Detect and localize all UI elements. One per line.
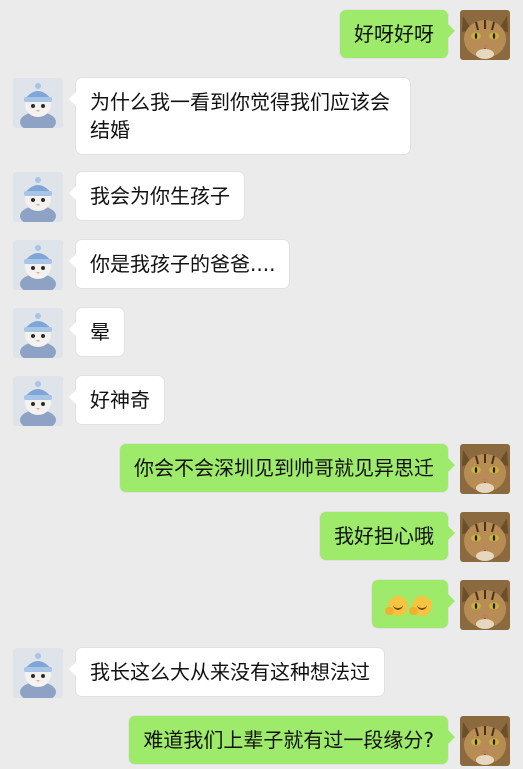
message-text: 你会不会深圳见到帅哥就见异思迁 xyxy=(134,456,434,480)
contact-avatar[interactable] xyxy=(13,376,63,426)
my-avatar[interactable] xyxy=(460,512,510,562)
outgoing-message-bubble[interactable]: 你会不会深圳见到帅哥就见异思迁 xyxy=(120,444,455,492)
incoming-message-bubble[interactable]: 为什么我一看到你觉得我们应该会结婚 xyxy=(69,78,410,154)
contact-avatar[interactable] xyxy=(13,172,63,222)
my-avatar[interactable] xyxy=(460,444,510,494)
contact-avatar[interactable] xyxy=(13,78,63,128)
contact-avatar[interactable] xyxy=(13,240,63,290)
incoming-message-bubble[interactable]: 你是我孩子的爸爸.... xyxy=(68,240,290,288)
contact-avatar[interactable] xyxy=(13,308,63,358)
my-avatar[interactable] xyxy=(460,10,510,60)
outgoing-message-bubble[interactable]: 我好担心哦 xyxy=(320,512,455,560)
outgoing-emoji-bubble[interactable] xyxy=(372,580,455,628)
my-avatar[interactable] xyxy=(460,716,510,766)
message-text: 难道我们上辈子就有过一段缘分? xyxy=(143,728,434,752)
message-text: 为什么我一看到你觉得我们应该会结婚 xyxy=(90,90,390,142)
message-text: 你是我孩子的爸爸.... xyxy=(90,252,276,276)
thinking-face-icon xyxy=(409,595,432,616)
message-text: 我会为你生孩子 xyxy=(90,184,230,208)
message-text: 我长这么大从来没有这种想法过 xyxy=(90,660,370,684)
message-text: 好呀好呀 xyxy=(354,22,434,46)
outgoing-message-bubble[interactable]: 好呀好呀 xyxy=(340,10,455,58)
my-avatar[interactable] xyxy=(460,580,510,630)
message-text: 晕 xyxy=(90,320,110,344)
outgoing-message-bubble[interactable]: 难道我们上辈子就有过一段缘分? xyxy=(129,716,455,764)
incoming-message-bubble[interactable]: 我会为你生孩子 xyxy=(69,172,244,220)
incoming-message-bubble[interactable]: 好神奇 xyxy=(69,376,164,424)
incoming-message-bubble[interactable]: 晕 xyxy=(69,308,124,356)
thinking-face-icon xyxy=(385,595,408,616)
message-text: 我好担心哦 xyxy=(334,524,434,548)
message-text: 好神奇 xyxy=(90,388,150,412)
contact-avatar[interactable] xyxy=(13,648,63,698)
incoming-message-bubble[interactable]: 我长这么大从来没有这种想法过 xyxy=(69,648,384,696)
